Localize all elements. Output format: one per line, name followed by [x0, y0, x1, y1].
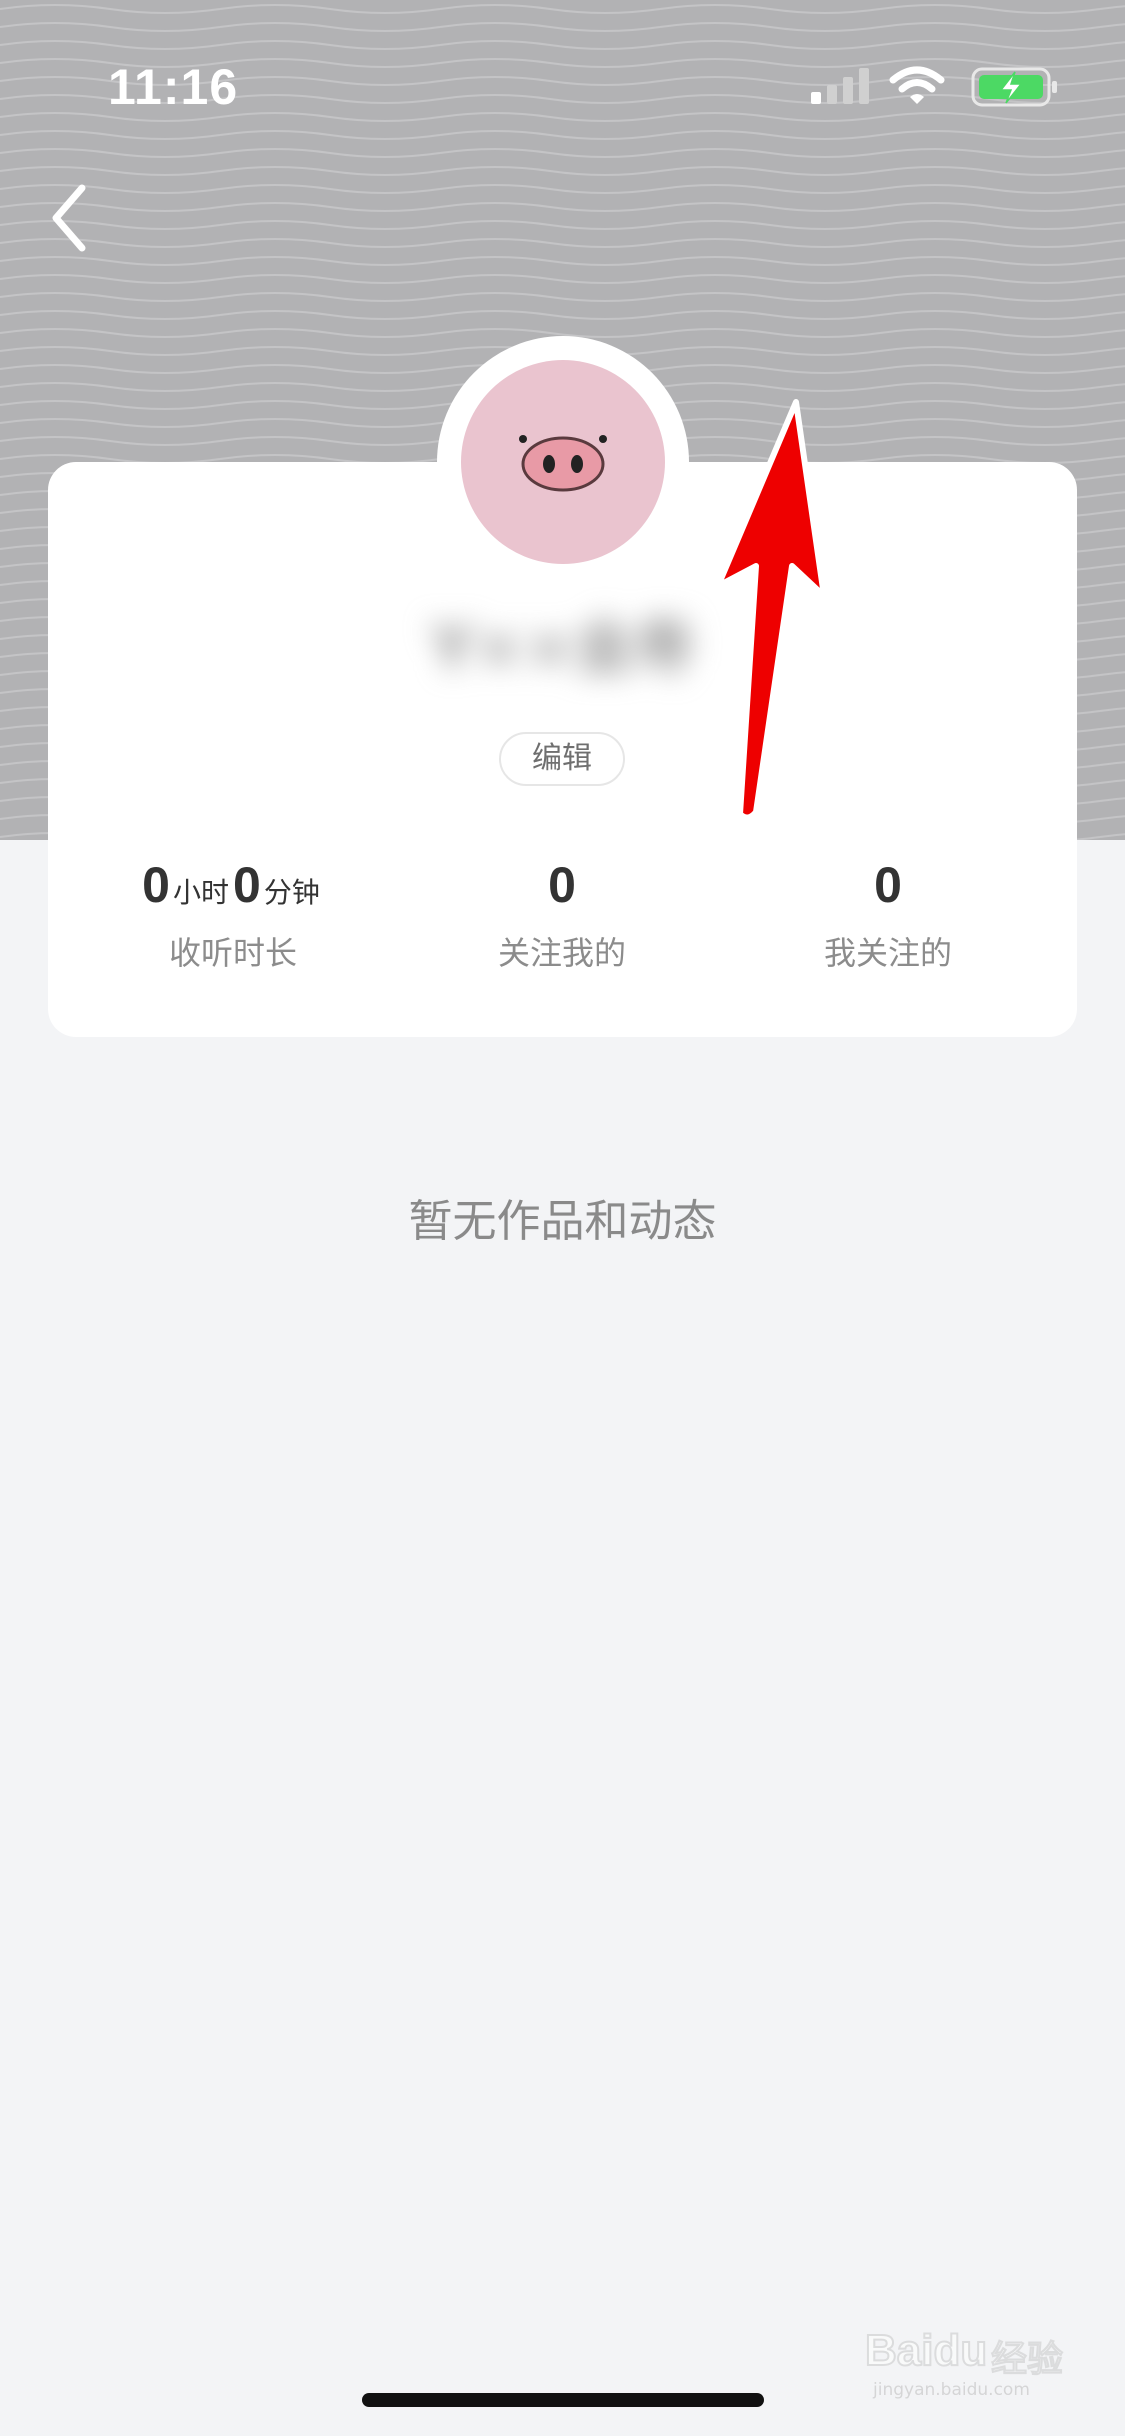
- status-bar: 11:16: [0, 0, 1125, 140]
- stat-following[interactable]: 0 我关注的: [723, 850, 1053, 974]
- watermark-url: jingyan.baidu.com: [873, 2380, 1030, 2400]
- hours-unit: 小时: [172, 876, 229, 909]
- red-arrow-annotation: [715, 399, 827, 821]
- edit-profile-button[interactable]: 编辑: [499, 732, 625, 786]
- listening-time-label: 收听时长: [168, 934, 297, 972]
- following-label: 我关注的: [823, 934, 952, 972]
- following-count: 0: [874, 857, 902, 913]
- avatar[interactable]: [461, 360, 665, 564]
- minutes-unit: 分钟: [263, 876, 320, 909]
- stat-listening-time[interactable]: 0 小时0 分钟 收听时长: [68, 850, 398, 974]
- watermark-brand-cn: 经验: [990, 2339, 1064, 2381]
- pig-face-icon: [519, 435, 607, 492]
- chevron-left-icon: [52, 184, 86, 252]
- username: Y××金寿: [430, 613, 695, 683]
- empty-state-message: 暂无作品和动态: [408, 1196, 717, 1247]
- wifi-icon: [889, 66, 945, 104]
- listening-hours: 0: [142, 857, 170, 913]
- followers-label: 关注我的: [497, 934, 626, 972]
- stat-followers[interactable]: 0 关注我的: [397, 850, 727, 974]
- back-button[interactable]: [38, 176, 118, 256]
- watermark-brand: Baidu: [864, 2325, 988, 2376]
- baidu-jingyan-watermark: Baidu 经验 jingyan.baidu.com: [864, 2320, 1095, 2400]
- home-indicator: [362, 2393, 764, 2407]
- followers-count: 0: [548, 857, 576, 913]
- status-icons: [811, 66, 1071, 110]
- status-time: 11:16: [108, 59, 239, 115]
- battery-charging-icon: [971, 67, 1057, 107]
- listening-minutes: 0: [233, 857, 261, 913]
- listening-time-value: 0 小时0 分钟: [68, 850, 398, 920]
